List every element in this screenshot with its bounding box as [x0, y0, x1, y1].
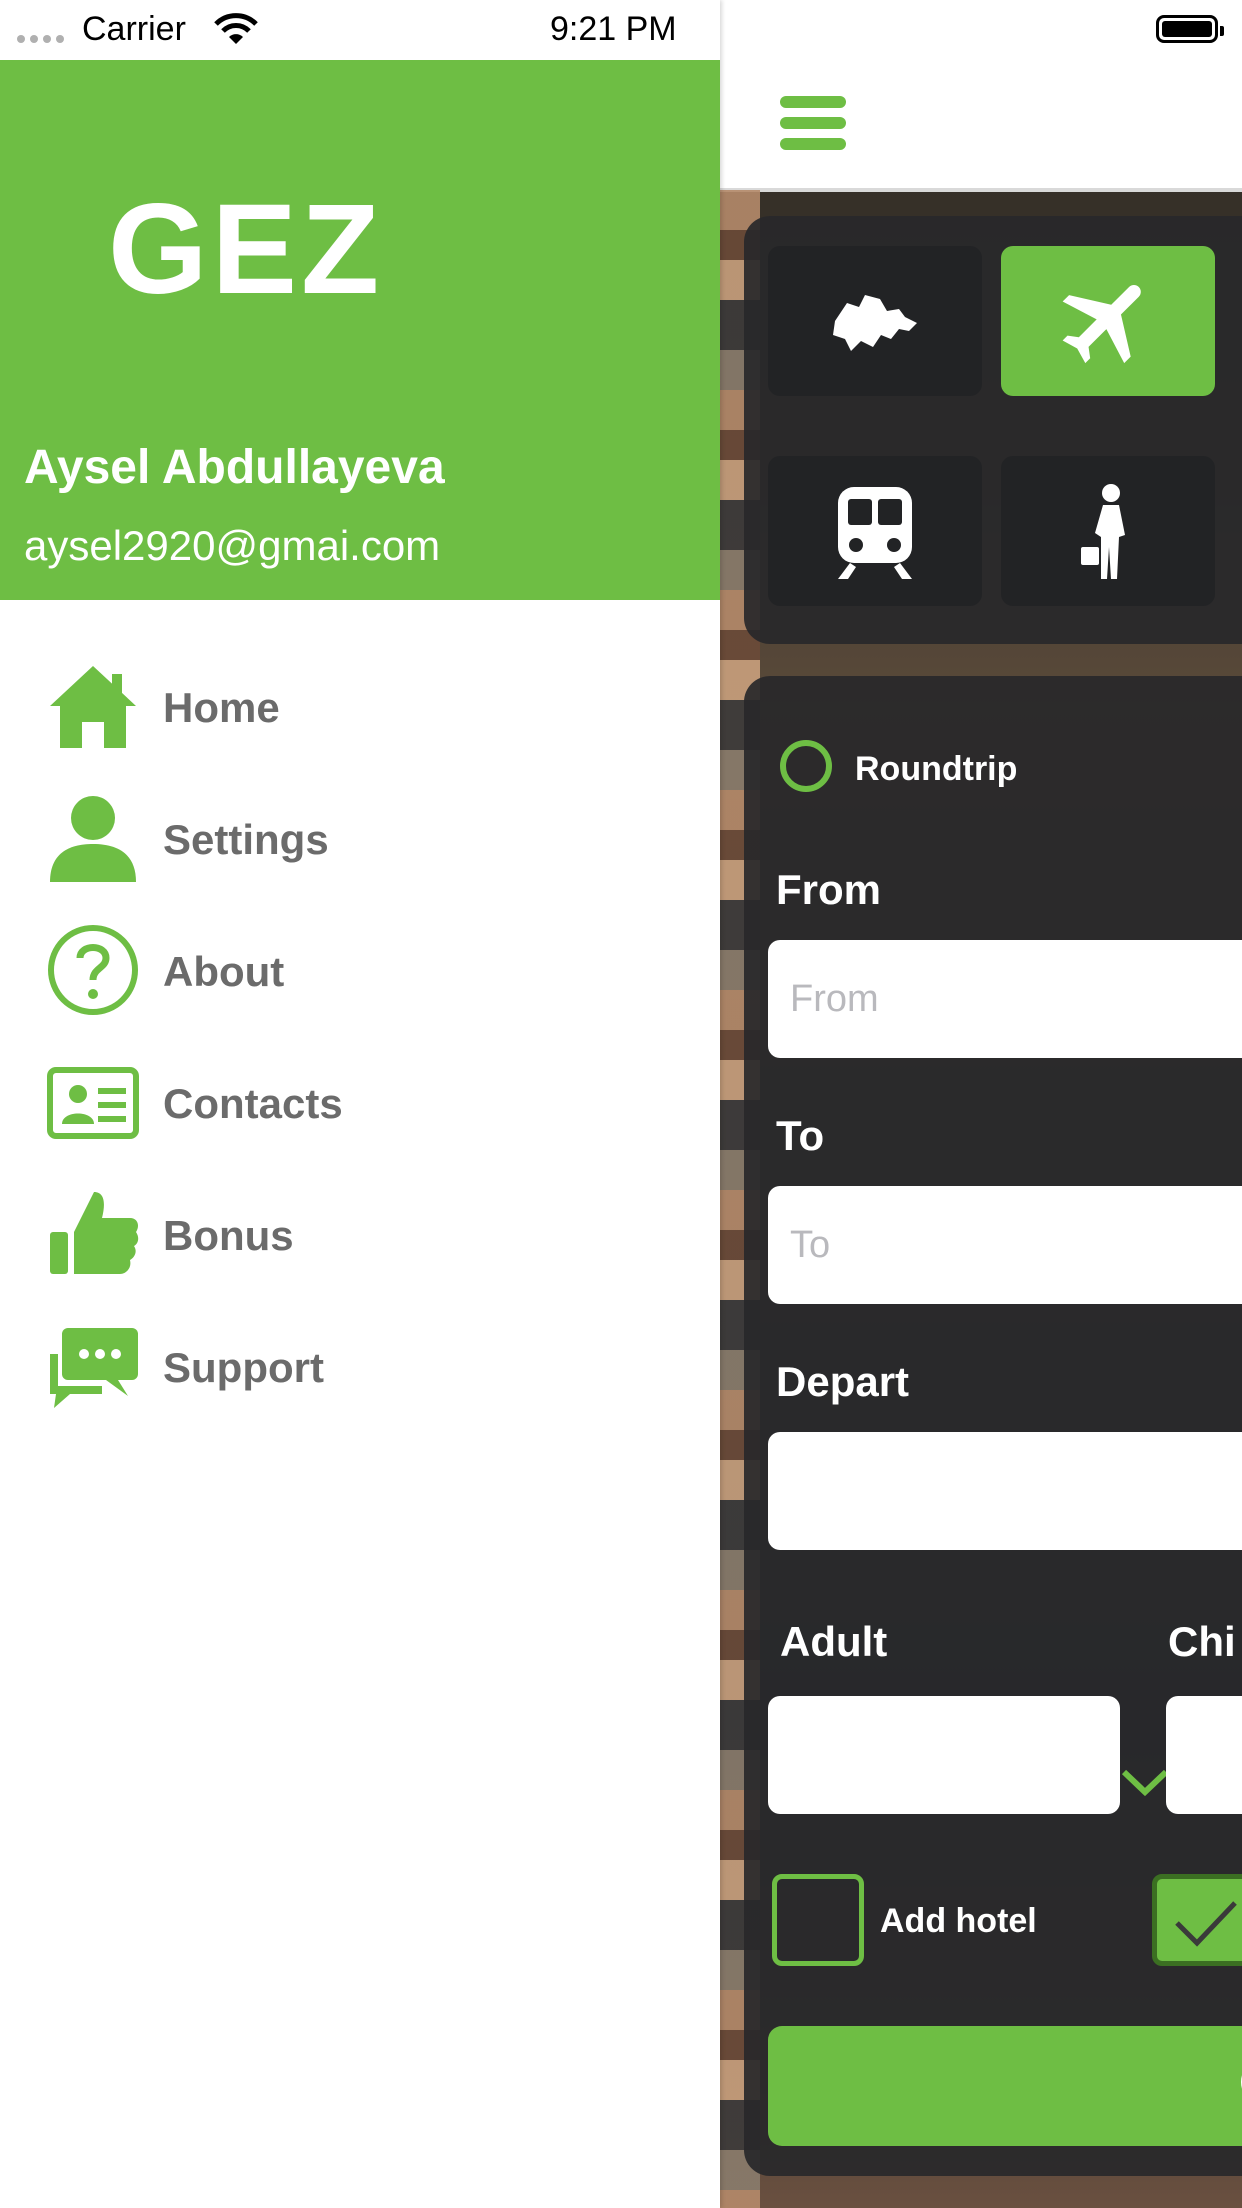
add-hotel-label: Add hotel — [880, 1902, 1037, 1940]
menu-item-bonus[interactable]: Bonus — [0, 1168, 720, 1300]
user-icon — [50, 796, 136, 882]
depart-field[interactable] — [768, 1432, 1242, 1550]
checkmark-icon — [1175, 1901, 1237, 1947]
main-screen: Roundtrip From To Depart Adult Chi Add h… — [720, 0, 1242, 2208]
to-field[interactable] — [768, 1186, 1242, 1304]
gez-logo: GEZ — [108, 195, 383, 300]
time-text: 9:21 PM — [550, 10, 677, 48]
wifi-icon — [214, 13, 258, 44]
adult-field[interactable] — [768, 1696, 1120, 1814]
status-bar: Carrier 9:21 PM — [0, 0, 720, 60]
chevron-down-icon[interactable] — [1120, 1768, 1170, 1798]
search-icon — [1241, 2075, 1242, 2089]
side-drawer: Carrier 9:21 PM GEZ Aysel Abdullayeva ay… — [0, 0, 720, 2208]
child-field[interactable] — [1166, 1696, 1242, 1814]
contact-card-icon — [47, 1067, 139, 1139]
battery-icon — [1156, 15, 1224, 43]
category-panel — [744, 216, 1242, 644]
to-label: To — [776, 1112, 825, 1159]
traveler-tile[interactable] — [1001, 456, 1215, 606]
question-icon — [48, 925, 138, 1015]
depart-label: Depart — [776, 1358, 910, 1405]
menu-label-about: About — [163, 948, 285, 995]
svg-text:GEZ: GEZ — [108, 195, 383, 300]
search-button[interactable] — [768, 2026, 1242, 2146]
menu-label-support: Support — [163, 1344, 324, 1391]
menu-label-home: Home — [163, 684, 280, 731]
carrier-text: Carrier — [82, 10, 186, 48]
airplane-icon — [1062, 285, 1141, 364]
menu-item-about[interactable]: About — [0, 904, 720, 1036]
flights-tile[interactable] — [1001, 246, 1215, 396]
menu-item-settings[interactable]: Settings — [0, 772, 720, 904]
to-input[interactable] — [768, 1186, 1242, 1304]
drawer-header: GEZ Aysel Abdullayeva aysel2920@gmai.com — [0, 60, 720, 600]
traveler-icon — [1081, 484, 1125, 579]
child-label: Chi — [1168, 1618, 1236, 1665]
user-name: Aysel Abdullayeva — [24, 441, 445, 494]
trains-tile[interactable] — [768, 456, 982, 606]
chat-icon — [50, 1328, 138, 1408]
thumbs-up-icon — [50, 1192, 139, 1274]
home-icon — [50, 666, 136, 748]
hamburger-menu-icon[interactable] — [780, 96, 846, 154]
nav-bar-divider — [720, 188, 1242, 192]
user-email: aysel2920@gmai.com — [24, 522, 441, 569]
menu-item-home[interactable]: Home — [0, 640, 720, 772]
from-input[interactable] — [768, 940, 1242, 1058]
menu-item-contacts[interactable]: Contacts — [0, 1036, 720, 1168]
menu-label-bonus: Bonus — [163, 1212, 294, 1259]
menu-label-settings: Settings — [163, 816, 329, 863]
azerbaijan-map-icon — [833, 295, 917, 351]
menu-label-contacts: Contacts — [163, 1080, 343, 1127]
second-option-checkbox[interactable] — [1152, 1874, 1242, 1966]
train-icon — [838, 487, 912, 579]
local-tours-tile[interactable] — [768, 246, 982, 396]
from-label: From — [776, 866, 881, 913]
roundtrip-label: Roundtrip — [855, 750, 1018, 788]
signal-icon — [17, 35, 64, 43]
adult-label: Adult — [780, 1618, 888, 1665]
roundtrip-radio[interactable] — [780, 740, 832, 792]
menu-item-support[interactable]: Support — [0, 1300, 720, 1432]
add-hotel-checkbox[interactable] — [772, 1874, 864, 1966]
from-field[interactable] — [768, 940, 1242, 1058]
